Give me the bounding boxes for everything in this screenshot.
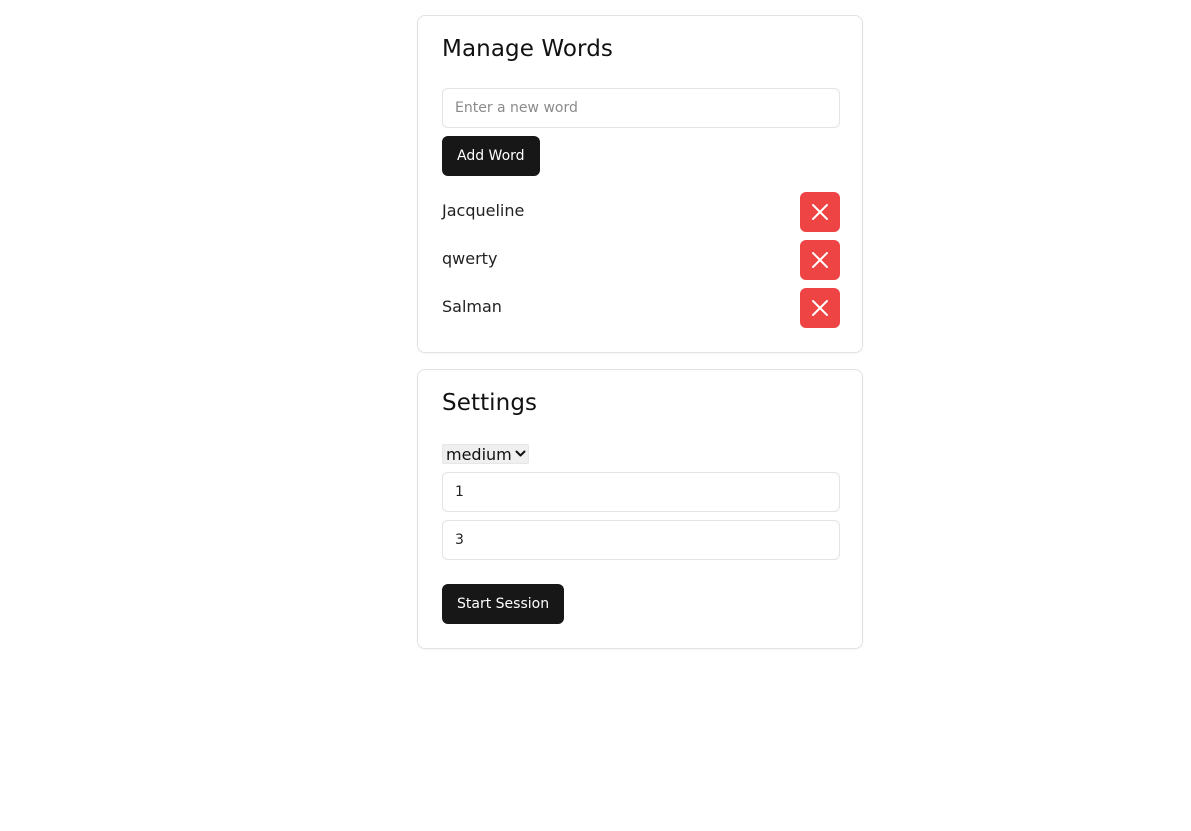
difficulty-select-value: medium bbox=[446, 444, 512, 464]
word-list-item: qwerty bbox=[442, 240, 840, 280]
word-label: qwerty bbox=[442, 249, 498, 268]
word-label: Jacqueline bbox=[442, 201, 525, 220]
chevron-down-icon bbox=[515, 450, 526, 458]
setting-number-field-2[interactable] bbox=[442, 520, 840, 560]
start-session-button[interactable]: Start Session bbox=[442, 584, 565, 624]
settings-title: Settings bbox=[442, 390, 538, 416]
delete-word-button[interactable] bbox=[800, 288, 840, 328]
add-word-button[interactable]: Add Word bbox=[442, 136, 540, 176]
setting-number-field-1[interactable] bbox=[442, 472, 840, 512]
new-word-input[interactable] bbox=[442, 88, 840, 128]
word-list-item: Salman bbox=[442, 288, 840, 328]
close-icon bbox=[812, 252, 828, 268]
word-label: Salman bbox=[442, 297, 502, 316]
manage-words-card: Manage Words Add Word Jacqueline qwerty … bbox=[417, 15, 863, 353]
delete-word-button[interactable] bbox=[800, 240, 840, 280]
word-list-item: Jacqueline bbox=[442, 192, 840, 232]
manage-words-title: Manage Words bbox=[442, 36, 613, 62]
close-icon bbox=[812, 300, 828, 316]
difficulty-select[interactable]: medium bbox=[442, 444, 529, 464]
delete-word-button[interactable] bbox=[800, 192, 840, 232]
close-icon bbox=[812, 204, 828, 220]
settings-card: Settings medium Start Session bbox=[417, 369, 863, 649]
